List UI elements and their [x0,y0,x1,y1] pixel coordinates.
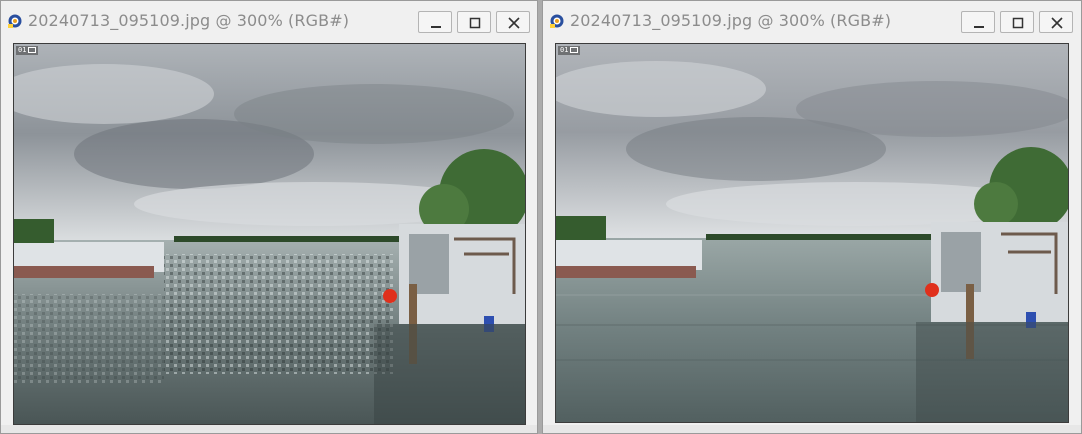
window-title: 20240713_095109.jpg @ 300% (RGB#) [570,11,892,30]
window-titlebar[interactable]: 20240713_095109.jpg @ 300% (RGB#) [1,1,537,41]
app-icon [549,13,565,29]
close-button[interactable] [496,11,530,33]
close-icon [508,17,520,29]
window-title: 20240713_095109.jpg @ 300% (RGB#) [28,11,350,30]
minimize-icon [431,26,441,28]
window-bottom-border [543,425,1081,433]
image-window-right[interactable]: 20240713_095109.jpg @ 300% (RGB#) 01 [542,0,1082,434]
window-bottom-border [1,425,537,433]
photo-lake-marina [14,44,525,424]
layer-badge: 01 [558,46,581,55]
minimize-icon [974,26,984,28]
image-canvas[interactable]: 01 [13,43,526,425]
close-button[interactable] [1039,11,1073,33]
layer-close-icon [28,47,37,53]
layer-close-icon [570,47,579,53]
photo-lake-marina [556,44,1068,422]
close-icon [1051,17,1063,29]
maximize-icon [1012,17,1024,29]
minimize-button[interactable] [418,11,452,33]
maximize-button[interactable] [1000,11,1034,33]
minimize-button[interactable] [961,11,995,33]
app-icon [7,13,23,29]
maximize-button[interactable] [457,11,491,33]
image-window-left[interactable]: 20240713_095109.jpg @ 300% (RGB#) 01 [0,0,538,434]
maximize-icon [469,17,481,29]
window-titlebar[interactable]: 20240713_095109.jpg @ 300% (RGB#) [543,1,1081,41]
layer-badge: 01 [16,46,39,55]
image-canvas[interactable]: 01 [555,43,1069,423]
